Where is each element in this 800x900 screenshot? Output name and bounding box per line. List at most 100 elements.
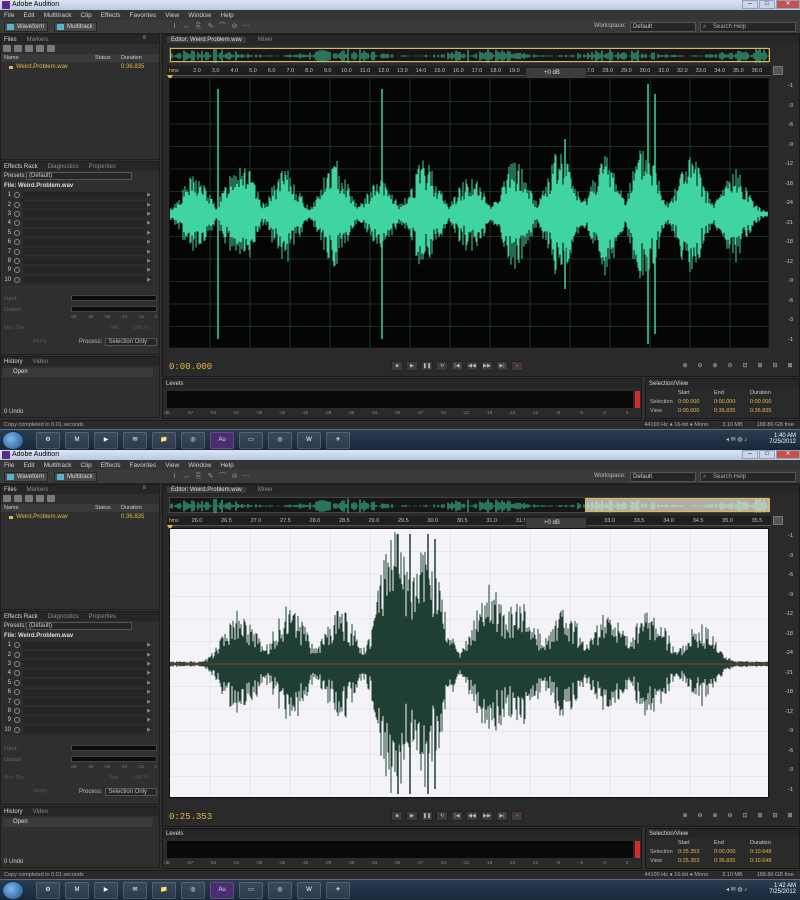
slot-effect-field[interactable] bbox=[23, 707, 147, 715]
slot-effect-field[interactable] bbox=[23, 191, 147, 199]
effect-slot[interactable]: 5 ▶ bbox=[3, 228, 153, 238]
waveform-display[interactable] bbox=[169, 78, 769, 348]
menu-help[interactable]: Help bbox=[220, 12, 233, 19]
slot-arrow-icon[interactable]: ▶ bbox=[147, 230, 153, 236]
new-file-icon[interactable] bbox=[25, 45, 33, 52]
taskbar-app-icon[interactable]: W bbox=[297, 432, 321, 449]
play-button[interactable]: ▶ bbox=[406, 361, 418, 371]
brush-tool-icon[interactable]: ✎ bbox=[206, 473, 215, 481]
zoom-in-time-icon[interactable]: ⊕ bbox=[709, 361, 721, 371]
close-button[interactable]: ✕ bbox=[776, 450, 800, 459]
process-select[interactable]: Selection Only bbox=[105, 788, 158, 796]
menu-window[interactable]: Window bbox=[188, 462, 211, 469]
menu-favorites[interactable]: Favorites bbox=[129, 462, 156, 469]
taskbar-app-icon[interactable]: ✉ bbox=[123, 882, 147, 899]
effect-slot[interactable]: 7 ▶ bbox=[3, 247, 153, 257]
power-icon[interactable] bbox=[14, 239, 20, 246]
taskbar-app-icon[interactable]: ✈ bbox=[326, 882, 350, 899]
zoom-in-point-icon[interactable]: ⊞ bbox=[754, 811, 766, 821]
zoom-in-time-icon[interactable]: ⊕ bbox=[709, 811, 721, 821]
stop-button[interactable]: ■ bbox=[391, 811, 403, 821]
slot-effect-field[interactable] bbox=[23, 257, 147, 265]
zoom-out-amplitude-icon[interactable]: ⊖ bbox=[694, 811, 706, 821]
effect-slot[interactable]: 6 ▶ bbox=[3, 687, 153, 698]
taskbar-app-icon[interactable]: W bbox=[297, 882, 321, 899]
slot-arrow-icon[interactable]: ▶ bbox=[147, 267, 153, 273]
slot-arrow-icon[interactable]: ▶ bbox=[147, 277, 153, 283]
taskbar-app-icon[interactable]: ▭ bbox=[239, 882, 263, 899]
power-icon[interactable] bbox=[14, 267, 20, 274]
open-file-icon[interactable] bbox=[3, 45, 11, 52]
slot-effect-field[interactable] bbox=[23, 238, 147, 246]
menu-multitrack[interactable]: Multitrack bbox=[44, 462, 72, 469]
tray-icons[interactable]: ◂ ✉ ◍ ♪ bbox=[726, 436, 747, 443]
taskbar-app-icon[interactable]: ◎ bbox=[181, 882, 205, 899]
overview-navigator[interactable] bbox=[169, 47, 770, 64]
tab-mixer[interactable]: Mixer bbox=[258, 37, 273, 43]
minimize-button[interactable]: – bbox=[742, 450, 758, 459]
multitrack-view-button[interactable]: Multitrack bbox=[54, 22, 97, 32]
new-file-icon[interactable] bbox=[25, 495, 33, 502]
slot-arrow-icon[interactable]: ▶ bbox=[147, 708, 153, 714]
tab-video[interactable]: Video bbox=[33, 809, 48, 815]
tab-video[interactable]: Video bbox=[33, 359, 48, 365]
taskbar-app-icon[interactable]: ✈ bbox=[326, 432, 350, 449]
clip-indicator[interactable] bbox=[635, 391, 640, 408]
power-icon[interactable] bbox=[14, 707, 20, 714]
tab-history[interactable]: History bbox=[4, 809, 23, 815]
tab-diagnostics[interactable]: Diagnostics bbox=[48, 164, 79, 170]
menu-view[interactable]: View bbox=[165, 12, 179, 19]
tab-properties[interactable]: Properties bbox=[89, 614, 116, 620]
col-status[interactable]: Status bbox=[95, 504, 121, 512]
tab-levels[interactable]: Levels bbox=[166, 381, 183, 387]
lasso-tool-icon[interactable]: ⌒ bbox=[218, 473, 227, 481]
power-icon[interactable] bbox=[14, 679, 20, 686]
menu-effects[interactable]: Effects bbox=[101, 462, 121, 469]
selection-end[interactable]: 0:00.000 bbox=[714, 849, 735, 855]
maximize-button[interactable]: □ bbox=[759, 450, 775, 459]
apply-button[interactable]: Apply bbox=[33, 338, 47, 344]
move-tool-icon[interactable]: ↔ bbox=[182, 23, 191, 31]
tab-markers[interactable]: Markers bbox=[27, 487, 49, 493]
slot-arrow-icon[interactable]: ▶ bbox=[147, 670, 153, 676]
slot-effect-field[interactable] bbox=[23, 229, 147, 237]
slot-effect-field[interactable] bbox=[23, 716, 147, 724]
import-file-icon[interactable] bbox=[14, 45, 22, 52]
effect-slot[interactable]: 8 ▶ bbox=[3, 706, 153, 717]
power-icon[interactable] bbox=[14, 220, 20, 227]
view-end[interactable]: 0:36.835 bbox=[714, 858, 735, 864]
effect-slot[interactable]: 10 ▶ bbox=[3, 725, 153, 735]
history-item[interactable]: Open bbox=[3, 818, 153, 827]
power-icon[interactable] bbox=[14, 670, 20, 677]
waveform-view-button[interactable]: Waveform bbox=[4, 22, 49, 32]
taskbar-app-icon[interactable]: ⚙ bbox=[36, 882, 60, 899]
zoom-out-full-icon[interactable]: ⊡ bbox=[739, 361, 751, 371]
clock-date[interactable]: 7/25/2012 bbox=[769, 889, 796, 895]
effect-slot[interactable]: 10 ▶ bbox=[3, 275, 153, 285]
tab-diagnostics[interactable]: Diagnostics bbox=[48, 614, 79, 620]
power-icon[interactable] bbox=[14, 192, 20, 199]
brush-tool-icon[interactable]: ✎ bbox=[206, 23, 215, 31]
power-icon[interactable] bbox=[14, 651, 20, 658]
slot-arrow-icon[interactable]: ▶ bbox=[147, 192, 153, 198]
zoom-reset-icon[interactable]: ⊠ bbox=[784, 361, 796, 371]
power-icon[interactable] bbox=[14, 726, 20, 733]
fast-forward-button[interactable]: ▶▶ bbox=[481, 361, 493, 371]
zoom-out-time-icon[interactable]: ⊖ bbox=[724, 811, 736, 821]
tab-files[interactable]: Files bbox=[4, 487, 17, 493]
slot-effect-field[interactable] bbox=[23, 219, 147, 227]
slot-arrow-icon[interactable]: ▶ bbox=[147, 258, 153, 264]
go-to-end-button[interactable]: ▶| bbox=[496, 361, 508, 371]
tab-effects-rack[interactable]: Effects Rack bbox=[4, 164, 38, 170]
move-tool-icon[interactable]: ↔ bbox=[182, 473, 191, 481]
selection-duration[interactable]: 0:00.000 bbox=[750, 399, 771, 405]
slot-effect-field[interactable] bbox=[23, 669, 147, 677]
power-icon[interactable] bbox=[14, 257, 20, 264]
lasso-tool-icon[interactable]: ⌒ bbox=[218, 23, 227, 31]
process-select[interactable]: Selection Only bbox=[105, 338, 158, 346]
slot-effect-field[interactable] bbox=[23, 688, 147, 696]
effect-slot[interactable]: 4 ▶ bbox=[3, 669, 153, 679]
fast-forward-button[interactable]: ▶▶ bbox=[481, 811, 493, 821]
taskbar-app-icon[interactable]: ▶ bbox=[94, 882, 118, 899]
effect-slot[interactable]: 3 ▶ bbox=[3, 659, 153, 670]
